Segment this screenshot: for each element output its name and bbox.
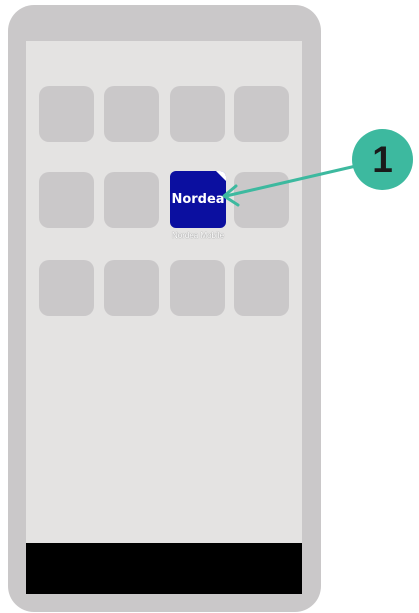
arrow-line — [225, 164, 357, 198]
callout-badge: 1 — [352, 129, 413, 190]
callout-arrow — [222, 164, 357, 207]
